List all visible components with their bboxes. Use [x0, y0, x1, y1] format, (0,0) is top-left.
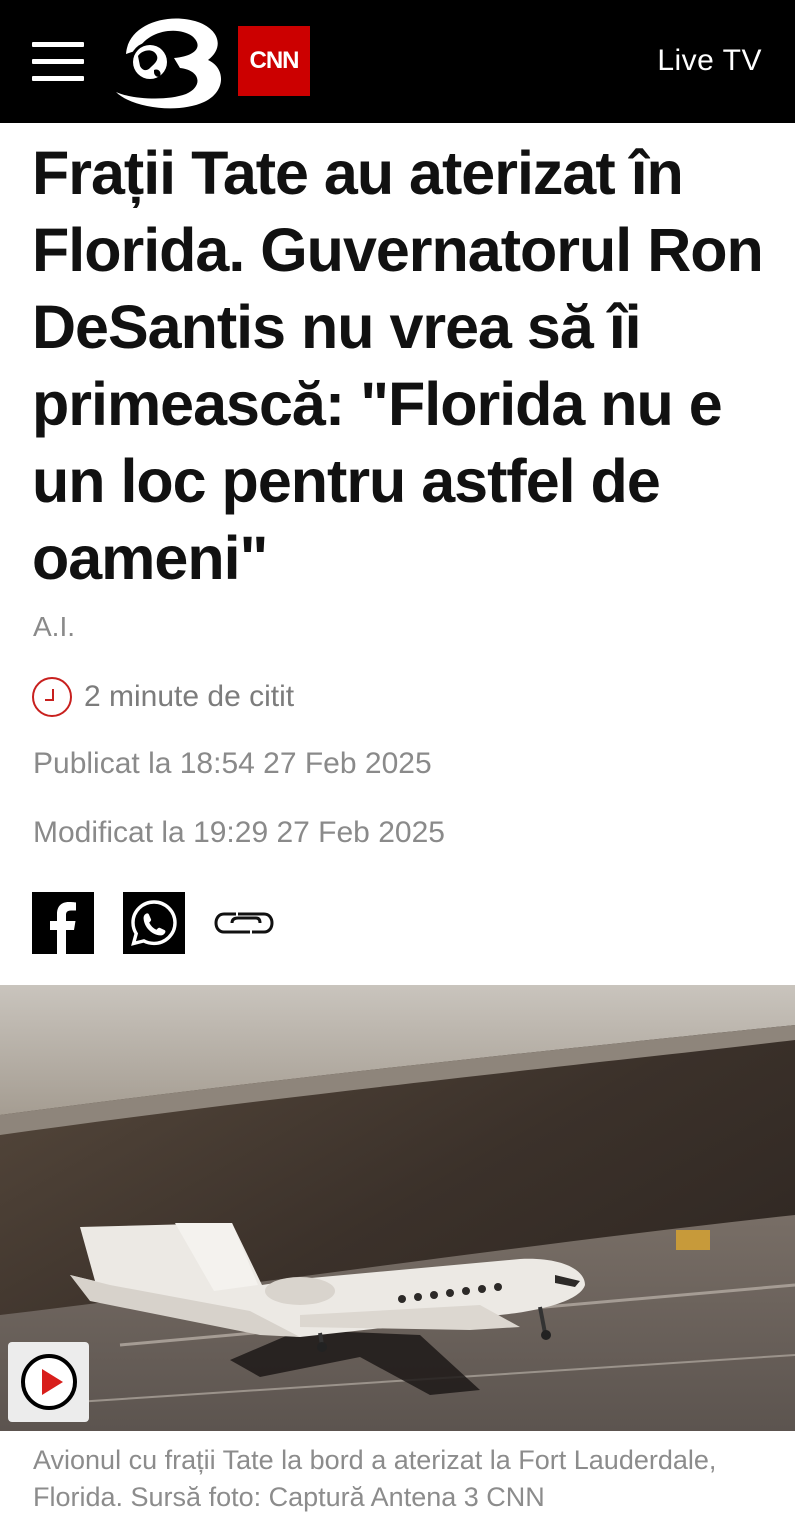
live-tv-link[interactable]: Live TV	[657, 44, 762, 78]
facebook-share-button[interactable]	[32, 892, 94, 954]
whatsapp-icon	[123, 892, 185, 954]
hamburger-menu-icon[interactable]	[32, 42, 84, 82]
article-author[interactable]: A.I.	[33, 611, 75, 643]
image-caption: Avionul cu frații Tate la bord a ateriza…	[33, 1445, 717, 1512]
airplane-landing-photo	[0, 985, 795, 1431]
article-headline: Frații Tate au aterizat în Florida. Guve…	[32, 139, 764, 592]
link-icon	[214, 912, 274, 934]
read-time: 2 minute de citit	[32, 676, 294, 718]
modified-timestamp: Modificat la 19:29 27 Feb 2025	[33, 816, 445, 849]
cnn-logo[interactable]: CNN	[238, 26, 310, 96]
antena3-logo-icon[interactable]	[108, 14, 230, 110]
copy-link-button[interactable]	[212, 892, 276, 954]
read-time-label: 2 minute de citit	[84, 680, 295, 713]
play-video-button[interactable]	[8, 1342, 89, 1422]
published-timestamp: Publicat la 18:54 27 Feb 2025	[33, 747, 432, 780]
play-icon	[20, 1354, 77, 1410]
top-navigation-bar: CNN Live TV	[0, 0, 795, 123]
whatsapp-share-button[interactable]	[123, 892, 185, 954]
article-hero-image[interactable]	[0, 985, 795, 1431]
clock-icon	[32, 677, 72, 717]
facebook-icon	[32, 892, 94, 954]
